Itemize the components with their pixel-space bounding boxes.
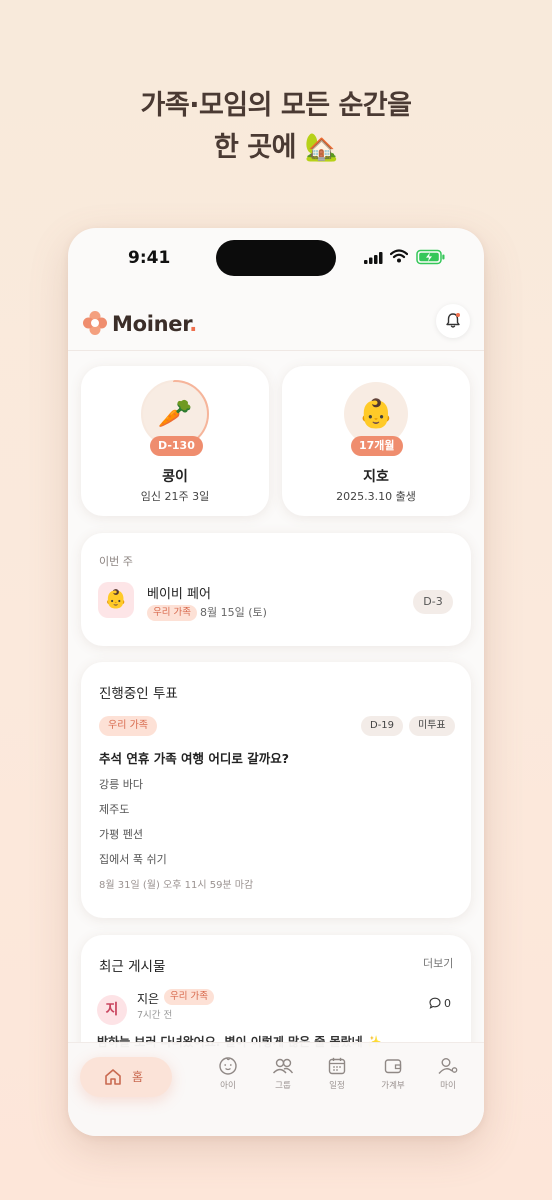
comment-count[interactable]: 0: [429, 997, 451, 1010]
group-tag: 우리 가족: [99, 716, 157, 736]
status-bar: 9:41: [68, 228, 484, 288]
author-avatar: 지: [97, 995, 127, 1025]
poll-option[interactable]: 집에서 푹 쉬기: [99, 851, 167, 867]
profile-name: 콩이: [162, 469, 188, 485]
tab-label: 가계부: [381, 1081, 405, 1091]
more-link[interactable]: 더보기: [423, 955, 453, 971]
wallet-icon: [384, 1059, 402, 1074]
home-icon: [105, 1069, 121, 1085]
dday-chip: D-19: [361, 716, 404, 736]
group-icon: [272, 1058, 294, 1074]
tab-group[interactable]: 그룹: [263, 1056, 303, 1091]
signal-icon: [364, 252, 383, 264]
tab-label: 그룹: [275, 1081, 291, 1091]
app-logo-text: Moiner.: [112, 312, 197, 336]
app-header: Moiner.: [68, 300, 484, 348]
poll-option[interactable]: 강릉 바다: [99, 776, 143, 792]
poll-card[interactable]: 진행중인 투표 우리 가족 D-19 미투표 추석 연휴 가족 여행 어디로 갈…: [81, 662, 471, 918]
wifi-icon: [390, 249, 408, 263]
poll-deadline: 8월 31일 (월) 오후 11시 59분 마감: [99, 880, 254, 891]
promo-headline: 가족·모임의 모든 순간을 한 곳에 🏡: [0, 85, 552, 169]
section-title: 최근 게시물: [99, 959, 166, 975]
dynamic-island: [216, 240, 336, 276]
dday-pill: D-3: [413, 590, 453, 614]
this-week-card: 이번 주 👶 베이비 페어 우리 가족 8월 15일 (토) D-3: [81, 533, 471, 646]
post-time: 7시간 전: [137, 1010, 173, 1021]
moiner-logo-icon: [83, 311, 107, 335]
post-author: 지은: [137, 992, 160, 1006]
headline-line-2: 한 곳에 🏡: [214, 132, 338, 163]
section-title: 진행중인 투표: [99, 686, 178, 702]
event-date: 8월 15일 (토): [200, 606, 267, 619]
phone-frame: 9:41 Moiner. 🥕 D-130 콩이 임신 21주 3일 👶 17개월…: [68, 228, 484, 1136]
event-title[interactable]: 베이비 페어: [147, 583, 211, 602]
baby-face-icon: [219, 1057, 237, 1075]
age-badge: 17개월: [351, 436, 403, 456]
group-tag: 우리 가족: [147, 605, 197, 621]
status-time: 9:41: [128, 248, 171, 268]
tab-label: 일정: [329, 1081, 345, 1091]
event-icon: 👶: [98, 582, 134, 618]
headline-line-1: 가족·모임의 모든 순간을: [140, 90, 412, 121]
calendar-icon: [328, 1057, 346, 1075]
poll-option[interactable]: 가평 펜션: [99, 826, 143, 842]
user-settings-icon: [438, 1058, 458, 1074]
comment-icon: [429, 997, 441, 1009]
notification-button[interactable]: [436, 304, 470, 338]
vote-status-chip: 미투표: [409, 716, 455, 736]
profile-subtitle: 2025.3.10 출생: [336, 490, 416, 503]
dday-badge: D-130: [150, 436, 203, 456]
tab-label: 아이: [220, 1081, 236, 1091]
tab-budget[interactable]: 가계부: [373, 1056, 413, 1091]
tab-home[interactable]: 홈: [80, 1057, 172, 1097]
poll-option[interactable]: 제주도: [99, 801, 129, 817]
tab-calendar[interactable]: 일정: [317, 1056, 357, 1091]
group-tag: 우리 가족: [164, 989, 214, 1005]
section-label: 이번 주: [99, 555, 133, 568]
child-profile-card[interactable]: 🥕 D-130 콩이 임신 21주 3일: [81, 366, 269, 516]
profile-subtitle: 임신 21주 3일: [140, 490, 210, 503]
tab-my[interactable]: 마이: [428, 1056, 468, 1091]
header-divider: [68, 350, 484, 351]
poll-question: 추석 연휴 가족 여행 어디로 갈까요?: [99, 751, 290, 766]
tab-child[interactable]: 아이: [208, 1056, 248, 1091]
profile-name: 지호: [363, 469, 389, 485]
bottom-tab-bar: 홈 아이 그룹 일정 가계부 마이: [68, 1042, 484, 1136]
bell-icon: [446, 313, 460, 328]
tab-label: 마이: [440, 1081, 456, 1091]
battery-icon: [416, 249, 445, 265]
tab-label: 홈: [132, 1070, 144, 1084]
child-profile-card[interactable]: 👶 17개월 지호 2025.3.10 출생: [282, 366, 470, 516]
